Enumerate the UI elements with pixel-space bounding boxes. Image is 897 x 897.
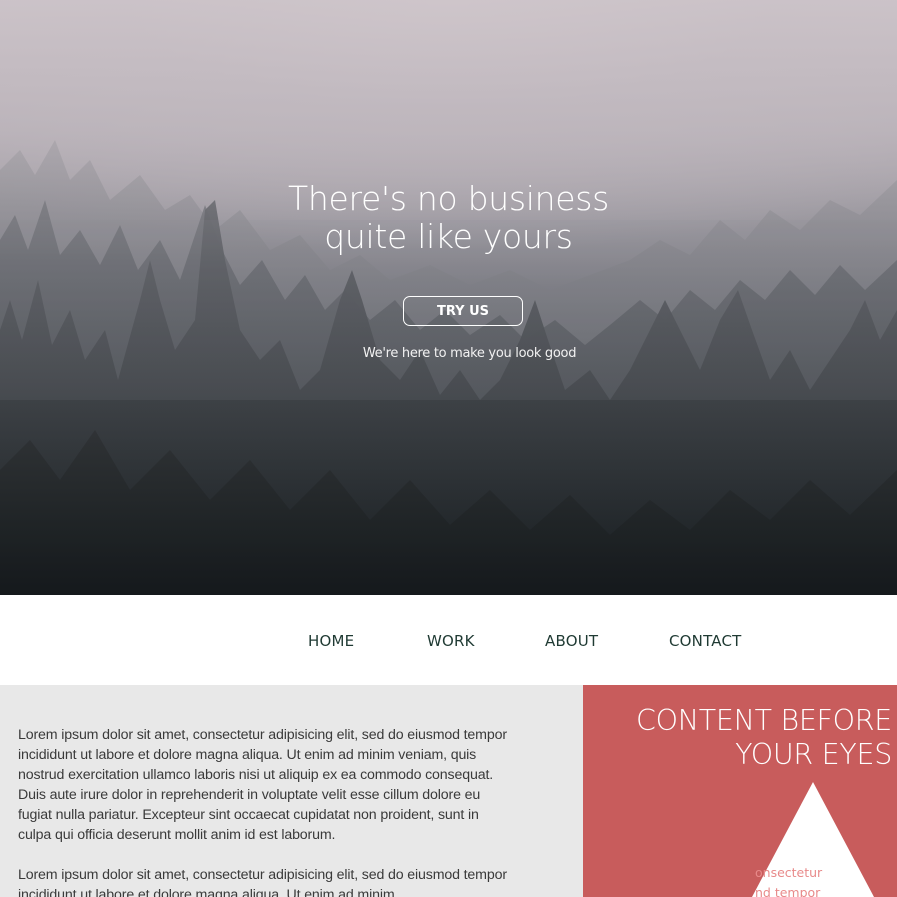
hero-tagline: We're here to make you look good	[362, 346, 577, 361]
hero-section: There's no business quite like yours TRY…	[0, 0, 897, 595]
nav-item-contact[interactable]: CONTACT	[669, 632, 742, 650]
content-section: Lorem ipsum dolor sit amet, consectetur …	[0, 685, 583, 897]
try-us-button[interactable]: TRY US	[403, 296, 523, 326]
nav-item-work[interactable]: WORK	[427, 632, 475, 650]
body-paragraph: Lorem ipsum dolor sit amet, consectetur …	[18, 727, 507, 843]
side-panel-snippet: onsectetur nd tempor	[755, 865, 823, 897]
nav-item-about[interactable]: ABOUT	[545, 632, 598, 650]
body-paragraph: Lorem ipsum dolor sit amet, consectetur …	[18, 867, 507, 897]
hero-headline: There's no business quite like yours	[288, 179, 609, 256]
nav-item-home[interactable]: HOME	[308, 632, 354, 650]
main-navigation: HOME WORK ABOUT CONTACT	[0, 595, 897, 685]
side-panel: CONTENT BEFORE YOUR EYES onsectetur nd t…	[583, 685, 897, 897]
